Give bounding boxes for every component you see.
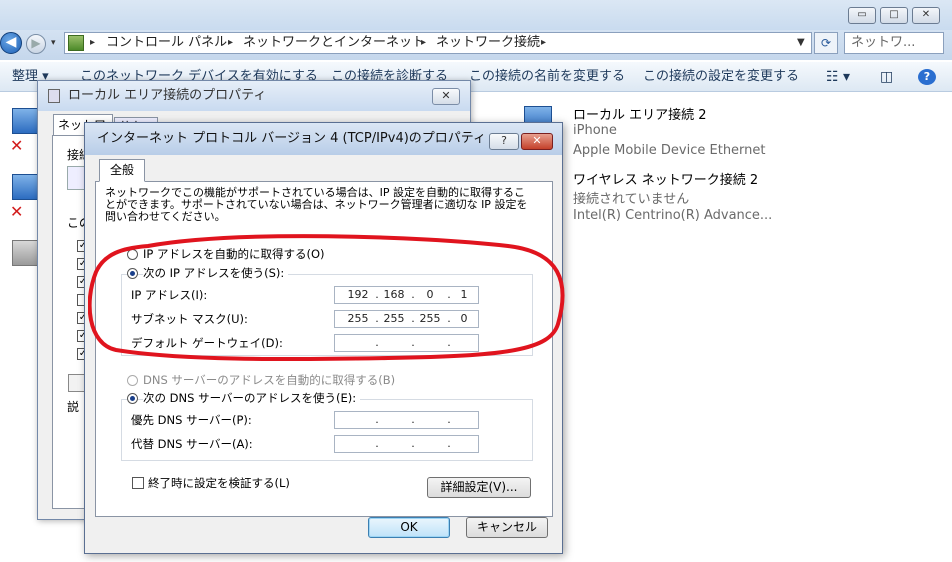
close-button[interactable]: ✕ [521, 133, 553, 150]
ip-octet: 255 [419, 312, 441, 325]
connection-status: iPhone [573, 123, 617, 138]
validate-checkbox[interactable] [132, 477, 144, 489]
validate-label[interactable]: 終了時に設定を検証する(L) [148, 476, 290, 490]
advanced-button[interactable]: 詳細設定(V)... [427, 477, 531, 498]
forward-button[interactable]: ▶ [26, 34, 46, 54]
minimize-button[interactable]: ▭ [848, 7, 876, 24]
search-input[interactable]: ネットワ... [844, 32, 944, 54]
dns-manual-radio[interactable] [127, 393, 138, 404]
view-options-icon[interactable]: ☷ ▾ [826, 62, 850, 92]
breadcrumb-item[interactable]: ネットワーク接続 [436, 33, 540, 53]
ip-octet: 0 [460, 312, 468, 325]
ip-address-label: IP アドレス(I): [131, 288, 208, 302]
default-gateway-label: デフォルト ゲートウェイ(D): [131, 336, 283, 350]
close-button[interactable]: ✕ [912, 7, 940, 24]
ip-octet: 255 [383, 312, 405, 325]
control-panel-icon [68, 35, 84, 51]
refresh-icon: ⟳ [820, 36, 832, 50]
ip-octet: 255 [347, 312, 369, 325]
title-bar: ▭ □ ✕ [0, 0, 952, 30]
help-button[interactable]: ? [489, 133, 519, 150]
dns-manual-label[interactable]: 次の DNS サーバーのアドレスを使う(E): [143, 391, 361, 405]
maximize-button[interactable]: □ [880, 7, 908, 24]
ip-octet: 1 [460, 288, 468, 301]
subnet-mask-field[interactable]: 255 . 255 . 255 . 0 [334, 310, 479, 328]
ip-auto-radio[interactable] [127, 249, 138, 260]
preview-pane-icon[interactable]: ◫ [880, 62, 893, 92]
network-adapter-icon[interactable] [12, 108, 40, 134]
tab-general[interactable]: 全般 [99, 159, 145, 182]
breadcrumb-separator-icon: ▸ [228, 37, 234, 48]
preferred-dns-label: 優先 DNS サーバー(P): [131, 413, 252, 427]
dialog-title: ローカル エリア接続のプロパティ [38, 81, 470, 111]
connection-status: 接続されていません [573, 192, 690, 207]
network-properties-icon [48, 89, 60, 103]
dns-auto-radio[interactable] [127, 375, 138, 386]
breadcrumb-separator-icon: ▸ [541, 37, 547, 48]
close-button[interactable]: ✕ [432, 88, 460, 105]
ip-auto-label[interactable]: IP アドレスを自動的に取得する(O) [143, 247, 325, 261]
description-label: 説 [67, 400, 80, 414]
connection-name[interactable]: ローカル エリア接続 2 [573, 104, 707, 123]
refresh-button[interactable]: ⟳ [814, 32, 838, 54]
ip-octet: 192 [347, 288, 369, 301]
connection-device: Intel(R) Centrino(R) Advance... [573, 208, 773, 223]
forward-arrow-icon: ▶ [31, 36, 41, 50]
breadcrumb-item[interactable]: ネットワークとインターネット [243, 33, 425, 53]
alternate-dns-label: 代替 DNS サーバー(A): [131, 437, 253, 451]
network-adapter-icon[interactable] [12, 174, 40, 200]
rename-command[interactable]: この接続の名前を変更する [469, 62, 625, 92]
help-icon[interactable]: ? [918, 69, 936, 85]
alternate-dns-field[interactable]: . . . [334, 435, 479, 453]
back-arrow-icon: ◀ [5, 34, 17, 50]
dns-auto-label[interactable]: DNS サーバーのアドレスを自動的に取得する(B) [143, 373, 395, 387]
ipv4-properties-dialog: インターネット プロトコル バージョン 4 (TCP/IPv4)のプロパティ ?… [84, 122, 563, 554]
ip-manual-radio[interactable] [127, 268, 138, 279]
breadcrumb-separator-icon: ▸ [90, 37, 96, 48]
address-dropdown-icon[interactable]: ▼ [797, 33, 805, 53]
cancel-button[interactable]: キャンセル [466, 517, 548, 538]
change-settings-command[interactable]: この接続の設定を変更する [643, 62, 799, 92]
default-gateway-field[interactable]: . . . [334, 334, 479, 352]
ok-button[interactable]: OK [368, 517, 450, 538]
back-button[interactable]: ◀ [0, 32, 22, 54]
network-adapter-icon[interactable] [12, 240, 40, 266]
ip-octet: 168 [383, 288, 405, 301]
disconnected-icon: ✕ [10, 136, 24, 155]
description-text: ネットワークでこの機能がサポートされている場合は、IP 設定を自動的に取得するこ… [105, 186, 528, 223]
connection-device: Apple Mobile Device Ethernet [573, 143, 766, 158]
ip-address-field[interactable]: 192 . 168 . 0 . 1 [334, 286, 479, 304]
subnet-mask-label: サブネット マスク(U): [131, 312, 248, 326]
breadcrumb-item[interactable]: コントロール パネル [106, 33, 227, 53]
preferred-dns-field[interactable]: . . . [334, 411, 479, 429]
history-dropdown-icon[interactable]: ▾ [51, 38, 56, 48]
ip-octet: 0 [426, 288, 434, 301]
breadcrumb-separator-icon: ▸ [421, 37, 427, 48]
ip-manual-label[interactable]: 次の IP アドレスを使う(S): [143, 266, 289, 280]
address-bar[interactable]: ▸ コントロール パネル ▸ ネットワークとインターネット ▸ ネットワーク接続… [64, 32, 812, 54]
disconnected-icon: ✕ [10, 202, 24, 221]
connection-name[interactable]: ワイヤレス ネットワーク接続 2 [573, 169, 758, 188]
